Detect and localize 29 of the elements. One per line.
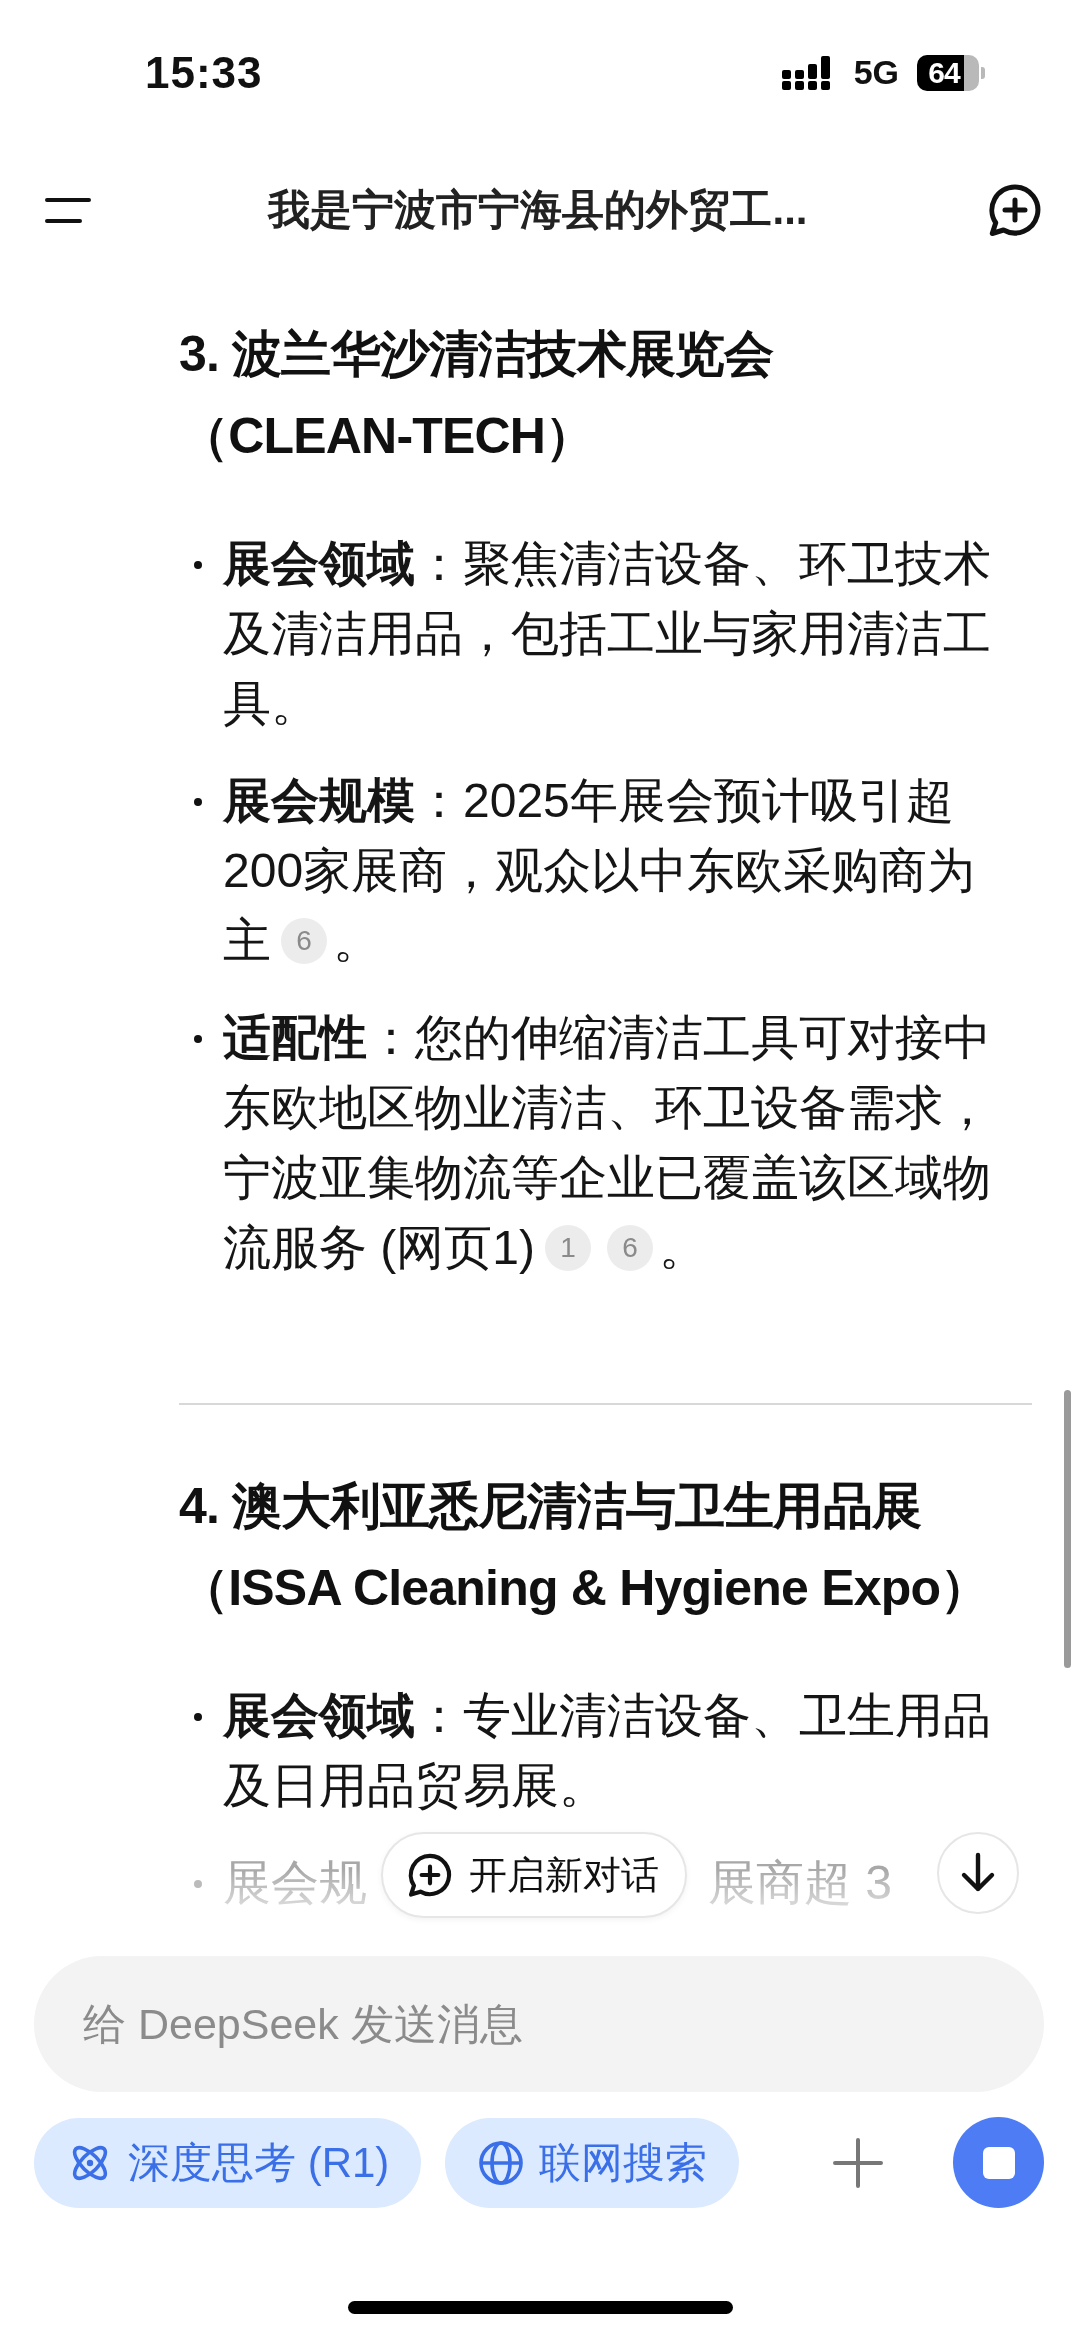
new-chat-button[interactable]: 开启新对话: [381, 1832, 687, 1918]
chat-title: 我是宁波市宁海县的外贸工...: [266, 185, 809, 235]
message-input[interactable]: 给 DeepSeek 发送消息: [34, 1956, 1044, 2092]
bullet-dot: [194, 798, 202, 806]
clock-time: 15:33: [145, 47, 263, 98]
section-heading: 4. 澳大利亚悉尼清洁与卫生用品展（ISSA Cleaning & Hygiene Expo）: [179, 1477, 991, 1618]
bullet-text: 展会领域：聚焦清洁设备、环卫技术及清洁用品，包括工业与家用清洁工具。: [223, 536, 992, 732]
citation-badge[interactable]: 1: [545, 1225, 591, 1272]
battery-level: 64: [917, 54, 979, 91]
bullet-text: 适配性：您的伸缩清洁工具可对接中东欧地区物业清洁、环卫设备需求，宁波亚集物流等企业已覆盖该区域物流服务 (网页1) 1 6 。: [223, 1010, 992, 1276]
bullet-dot: [194, 1035, 202, 1043]
globe-icon: [477, 2138, 526, 2187]
citation-badge[interactable]: 6: [281, 918, 327, 965]
bullet-dot: [194, 1880, 202, 1888]
scrollbar[interactable]: [1064, 1390, 1071, 1668]
stop-icon: [980, 2144, 1017, 2181]
section-heading: 3. 波兰华沙清洁技术展览会（CLEAN-TECH）: [179, 325, 775, 466]
citation-badge[interactable]: 6: [607, 1225, 653, 1272]
network-type: 5G: [853, 53, 899, 92]
plus-icon[interactable]: [831, 2135, 885, 2190]
bullet-dot: [194, 1713, 202, 1721]
deep-think-toggle[interactable]: 深度思考 (R1): [34, 2117, 422, 2208]
faded-text: 展会规: [223, 1855, 367, 1911]
faded-text: 展商超 3: [708, 1855, 893, 1911]
bullet-text: 展会领域：专业清洁设备、卫生用品及日用品贸易展。: [223, 1688, 992, 1814]
web-search-toggle[interactable]: 联网搜索: [445, 2117, 740, 2208]
bullet-dot: [194, 561, 202, 569]
bullet-text: 展会规模：2025年展会预计吸引超 200家展商，观众以中东欧采购商为主 6 。: [223, 773, 977, 969]
menu-icon[interactable]: [45, 196, 91, 224]
